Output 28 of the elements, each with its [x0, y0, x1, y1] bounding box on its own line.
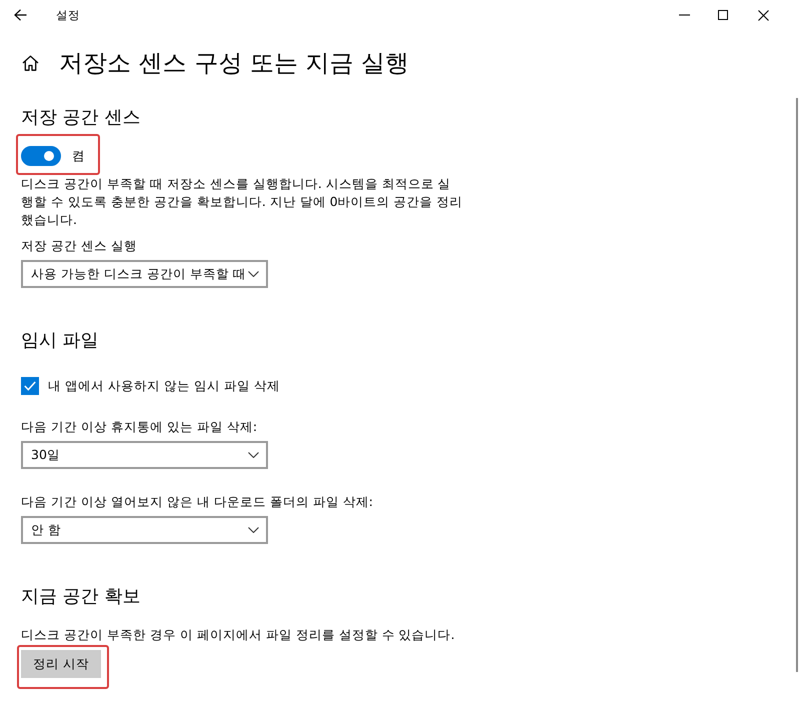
- section-heading: 저장 공간 센스: [21, 106, 142, 130]
- checkbox-label: 내 앱에서 사용하지 않는 임시 파일 삭제: [48, 377, 280, 395]
- toggle-state-label: 켬: [72, 147, 85, 165]
- dropdown[interactable]: 30일: [21, 441, 268, 469]
- chevron-down-icon: [248, 452, 259, 458]
- window-title: 설정: [56, 7, 80, 23]
- chevron-down-icon: [248, 527, 259, 533]
- section-heading: 지금 공간 확보: [21, 585, 142, 609]
- maximize-icon[interactable]: [718, 10, 728, 20]
- field-label: 다음 기간 이상 휴지통에 있는 파일 삭제:: [21, 418, 258, 436]
- field-label: 저장 공간 센스 실행: [21, 237, 138, 255]
- chevron-down-icon: [248, 271, 259, 277]
- field-label: 다음 기간 이상 열어보지 않은 내 다운로드 폴더의 파일 삭제:: [21, 493, 374, 511]
- dropdown[interactable]: 사용 가능한 디스크 공간이 부족할 때: [21, 260, 268, 288]
- back-icon[interactable]: [14, 9, 27, 21]
- dropdown[interactable]: 안 함: [21, 516, 268, 544]
- cleanup-button[interactable]: 정리 시작: [21, 650, 101, 678]
- checkbox[interactable]: [21, 377, 39, 395]
- toggle-switch[interactable]: [21, 146, 61, 166]
- page-title: 저장소 센스 구성 또는 지금 실행: [59, 48, 410, 79]
- minimize-icon[interactable]: [679, 14, 690, 16]
- close-icon[interactable]: [758, 10, 769, 20]
- home-icon[interactable]: [22, 55, 39, 71]
- checkmark-icon: [24, 381, 36, 391]
- scrollbar[interactable]: [796, 98, 798, 672]
- description-text: 디스크 공간이 부족할 때 저장소 센스를 실행합니다. 시스템을 최적으로 실행할 수 있도록 충분한 공간을 확보합니다. 지난 달에 0바이트의 공간을 정리했습니다.: [21, 175, 463, 229]
- description-text: 디스크 공간이 부족한 경우 이 페이지에서 파일 정리를 설정할 수 있습니다.: [21, 626, 456, 644]
- section-heading: 임시 파일: [21, 329, 100, 353]
